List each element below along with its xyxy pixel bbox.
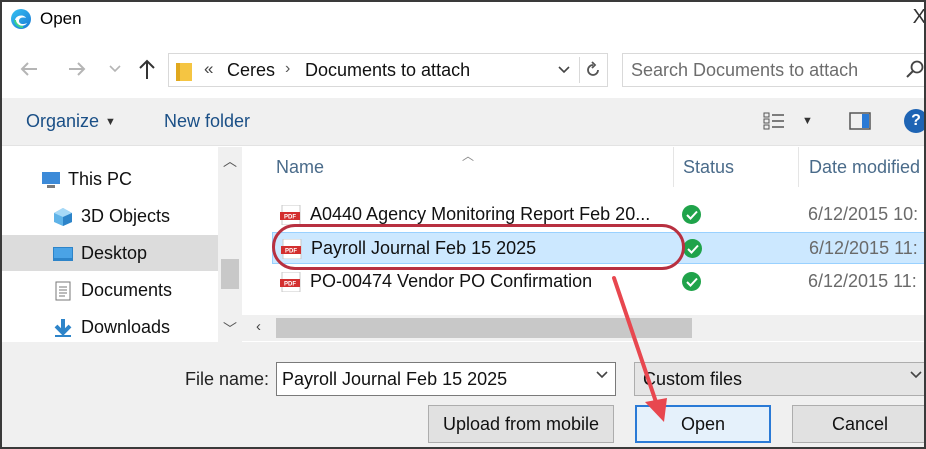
svg-text:PDF: PDF — [284, 215, 296, 221]
folder-icon — [176, 63, 192, 81]
chevron-down-icon — [558, 66, 570, 74]
downloads-icon — [54, 319, 72, 337]
pc-icon — [42, 172, 60, 188]
recent-locations-button[interactable] — [102, 56, 128, 82]
file-name-combobox[interactable] — [276, 362, 616, 396]
chevron-down-icon — [109, 65, 121, 73]
breadcrumb-item-documents-to-attach[interactable]: Documents to attach — [305, 60, 470, 81]
up-button[interactable] — [134, 56, 160, 82]
column-header-status[interactable]: Status — [683, 157, 734, 178]
caret-down-icon: ▼ — [105, 116, 116, 128]
tree-item-label: 3D Objects — [81, 206, 171, 226]
3d-objects-icon — [54, 208, 72, 226]
sync-ok-icon — [683, 239, 702, 258]
open-button[interactable]: Open — [635, 405, 771, 443]
pdf-file-icon: PDF — [280, 205, 301, 225]
file-name-pane: File name: Custom files Upload from mobi… — [2, 342, 924, 447]
tree-item-downloads[interactable]: Downloads — [2, 309, 218, 342]
close-icon[interactable]: X — [913, 6, 924, 29]
column-divider[interactable] — [673, 147, 674, 187]
pdf-file-icon: PDF — [280, 272, 301, 292]
file-list-horizontal-scrollbar[interactable]: ‹ — [242, 315, 924, 341]
chevron-down-icon[interactable] — [595, 370, 609, 380]
refresh-icon — [586, 61, 599, 76]
tree-item-documents[interactable]: Documents — [2, 272, 218, 308]
help-icon[interactable]: ? — [904, 109, 924, 133]
tree-item-this-pc[interactable]: This PC — [2, 161, 218, 197]
tree-item-3d-objects[interactable]: 3D Objects — [2, 198, 218, 234]
navigation-bar: « Ceres › Documents to attach — [2, 38, 924, 98]
search-box[interactable] — [622, 53, 924, 87]
chevron-down-icon — [910, 371, 922, 379]
file-name: A0440 Agency Monitoring Report Feb 20... — [310, 204, 651, 224]
breadcrumb-overflow[interactable]: « — [204, 59, 213, 79]
address-bar[interactable]: « Ceres › Documents to attach — [168, 53, 608, 87]
tree-item-label: Desktop — [81, 243, 148, 263]
refresh-button[interactable] — [579, 57, 605, 83]
file-name: PO-00474 Vendor PO Confirmation — [310, 271, 593, 291]
details-view-icon[interactable] — [762, 110, 786, 132]
arrow-left-icon — [20, 62, 37, 76]
sync-ok-icon — [682, 272, 701, 291]
address-dropdown-button[interactable] — [553, 58, 575, 82]
scrollbar-thumb[interactable] — [221, 259, 239, 289]
navigation-pane-scrollbar[interactable]: ︿ ﹀ — [218, 147, 242, 342]
chevron-up-icon[interactable]: ︿ — [223, 151, 237, 171]
annotation-highlight-oval — [272, 224, 685, 270]
preview-pane-icon[interactable] — [848, 110, 872, 132]
column-header-date-modified[interactable]: Date modified — [809, 157, 920, 178]
upload-from-mobile-button[interactable]: Upload from mobile — [428, 405, 614, 443]
tree-item-label: Downloads — [81, 317, 171, 337]
file-date: 6/12/2015 11: — [808, 271, 917, 291]
forward-button[interactable] — [64, 56, 90, 82]
desktop-icon — [53, 247, 73, 261]
tree-item-desktop[interactable]: Desktop — [2, 235, 218, 271]
file-type-select[interactable]: Custom files — [634, 362, 924, 396]
column-header-name[interactable]: Name — [276, 157, 324, 178]
documents-icon — [55, 281, 71, 301]
open-file-dialog: Open X « Ceres › Documents to attach Sea… — [0, 0, 926, 449]
sync-ok-icon — [682, 205, 701, 224]
column-divider[interactable] — [798, 147, 799, 187]
organize-menu-button[interactable]: Organize ▼ — [26, 111, 116, 132]
breadcrumb-separator[interactable]: › — [285, 60, 290, 78]
back-button[interactable] — [16, 56, 42, 82]
breadcrumb-item-ceres[interactable]: Ceres — [227, 60, 275, 81]
file-type-value: Custom files — [643, 369, 743, 389]
view-options-dropdown-icon[interactable]: ▼ — [802, 115, 813, 127]
chevron-down-icon[interactable]: ﹀ — [223, 319, 237, 339]
file-name-input[interactable] — [282, 368, 582, 390]
chevron-left-icon[interactable]: ‹ — [256, 318, 261, 335]
file-name-label: File name: — [185, 369, 270, 389]
dialog-title: Open — [40, 9, 82, 28]
svg-text:PDF: PDF — [284, 282, 296, 288]
command-bar: Organize ▼ New folder ▼ ? — [2, 98, 924, 146]
file-row[interactable]: PDF PO-00474 Vendor PO Confirmation 6/12… — [272, 266, 924, 298]
search-input[interactable] — [631, 59, 891, 81]
title-bar: Open X — [2, 2, 924, 38]
navigation-pane: This PC 3D Objects Desktop Documents Dow… — [2, 147, 242, 342]
tree-item-label: This PC — [68, 169, 133, 189]
edge-browser-icon — [11, 9, 31, 29]
file-date: 6/12/2015 11: — [809, 238, 918, 258]
search-icon — [906, 60, 924, 78]
arrow-up-icon — [139, 59, 155, 79]
tree-item-label: Documents — [81, 280, 173, 300]
cancel-button[interactable]: Cancel — [792, 405, 924, 443]
sort-ascending-icon: ︿ — [462, 149, 475, 163]
arrow-right-icon — [69, 62, 86, 76]
file-date: 6/12/2015 10: — [808, 204, 919, 224]
scrollbar-thumb[interactable] — [276, 318, 692, 338]
organize-label: Organize — [26, 111, 100, 131]
new-folder-button[interactable]: New folder — [164, 111, 250, 132]
